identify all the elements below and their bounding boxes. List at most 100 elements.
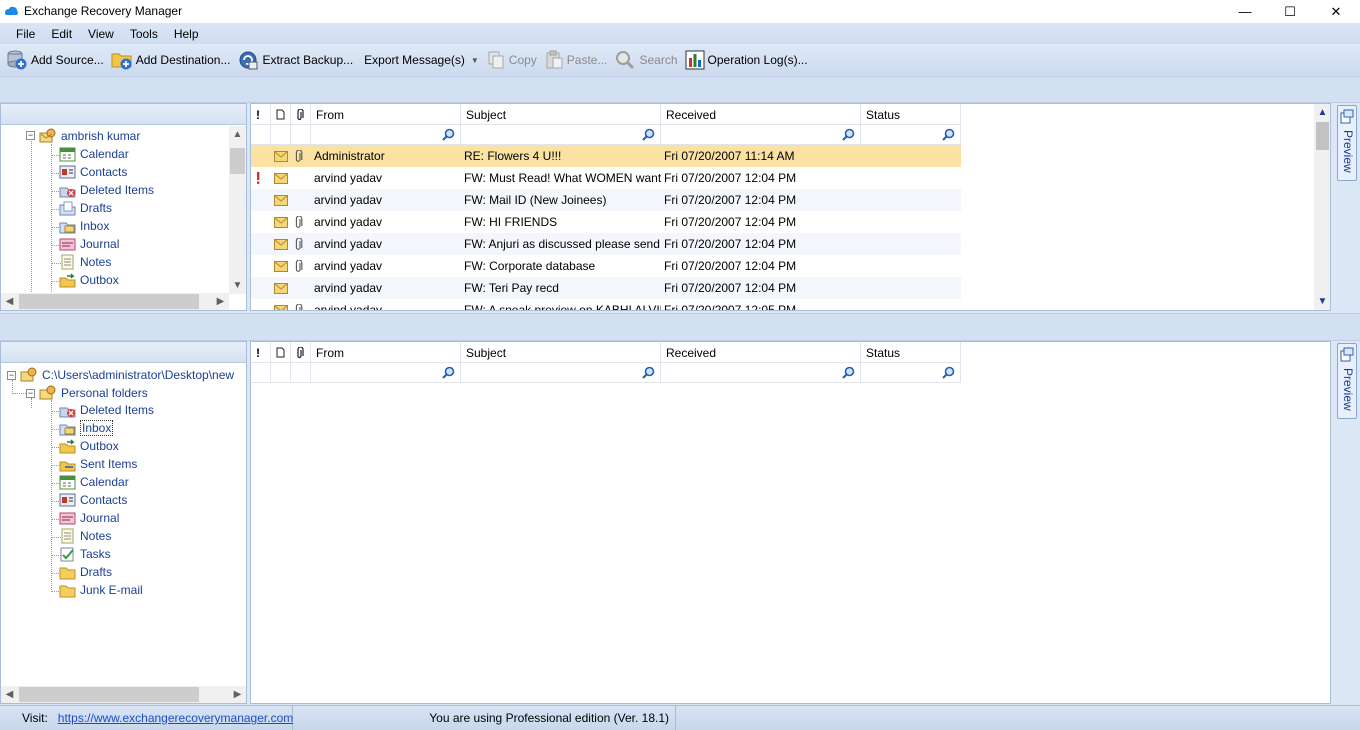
tree-personal-folders[interactable]: Personal folders	[39, 384, 148, 402]
column-attachment[interactable]	[291, 104, 311, 125]
dest-folder-tasks[interactable]: Tasks	[59, 545, 111, 563]
column-attachment[interactable]	[291, 342, 311, 363]
dest-folder-sent-items[interactable]: Sent Items	[59, 455, 137, 473]
preview-tab-destination[interactable]: Preview	[1337, 343, 1357, 419]
dest-folder-deleted-items[interactable]: Deleted Items	[59, 401, 154, 419]
filter-received[interactable]	[661, 125, 861, 145]
scroll-right-icon[interactable]: ▶	[229, 686, 246, 703]
column-status[interactable]: Status	[861, 342, 961, 363]
scroll-thumb[interactable]	[1316, 122, 1329, 150]
menu-help[interactable]: Help	[166, 27, 207, 41]
source-tree-hscroll[interactable]: ◀ ▶	[1, 293, 229, 310]
search-button[interactable]: Search	[612, 47, 682, 73]
dest-folder-inbox[interactable]: Inbox	[59, 419, 114, 437]
dest-folder-notes[interactable]: Notes	[59, 527, 111, 545]
source-folder-deleted-items[interactable]: Deleted Items	[59, 181, 154, 199]
scroll-left-icon[interactable]: ◀	[1, 293, 18, 310]
search-icon[interactable]	[842, 366, 855, 379]
column-subject[interactable]: Subject	[461, 104, 661, 125]
column-type[interactable]	[271, 104, 291, 125]
operation-logs-button[interactable]: Operation Log(s)...	[683, 47, 813, 73]
extract-backup-button[interactable]: Extract Backup...	[235, 47, 358, 73]
column-importance[interactable]: !	[251, 104, 271, 125]
scroll-thumb[interactable]	[230, 148, 245, 174]
dest-folder-outbox[interactable]: Outbox	[59, 437, 119, 455]
dest-folder-drafts[interactable]: Drafts	[59, 563, 112, 581]
table-row[interactable]: arvind yadav FW: Mail ID (New Joinees) Fri…	[251, 189, 961, 211]
preview-tab-source[interactable]: Preview	[1337, 105, 1357, 181]
close-button[interactable]: ✕	[1313, 0, 1359, 23]
filter-received[interactable]	[661, 363, 861, 383]
table-row[interactable]: arvind yadav FW: A sneak preview on KABHI…	[251, 299, 961, 310]
filter-subject[interactable]	[461, 363, 661, 383]
search-icon[interactable]	[942, 128, 955, 141]
source-folder-calendar[interactable]: Calendar	[59, 145, 129, 163]
search-icon[interactable]	[642, 366, 655, 379]
scroll-thumb[interactable]	[19, 294, 199, 309]
collapse-toggle[interactable]: −	[26, 131, 35, 140]
scroll-up-icon[interactable]: ▲	[1314, 104, 1330, 121]
source-folder-notes[interactable]: Notes	[59, 253, 111, 271]
scroll-right-icon[interactable]: ▶	[212, 293, 229, 310]
table-row[interactable]: arvind yadav FW: Corporate database Fri 07…	[251, 255, 961, 277]
tree-root-mailbox[interactable]: ambrish kumar	[39, 127, 140, 145]
dest-folder-calendar[interactable]: Calendar	[59, 473, 129, 491]
search-icon[interactable]	[442, 366, 455, 379]
table-row[interactable]: Administrator RE: Flowers 4 U!!! Fri 07/20…	[251, 145, 961, 167]
filter-status[interactable]	[861, 363, 961, 383]
paste-button[interactable]: Paste...	[542, 47, 613, 73]
filter-status[interactable]	[861, 125, 961, 145]
search-icon[interactable]	[942, 366, 955, 379]
tree-root-pst-path[interactable]: C:\Users\administrator\Desktop\new	[20, 366, 234, 384]
source-folder-contacts[interactable]: Contacts	[59, 163, 127, 181]
column-received[interactable]: Received	[661, 342, 861, 363]
column-type[interactable]	[271, 342, 291, 363]
dest-folder-journal[interactable]: Journal	[59, 509, 119, 527]
column-subject[interactable]: Subject	[461, 342, 661, 363]
scroll-down-icon[interactable]: ▼	[1314, 293, 1330, 310]
paste-icon	[546, 50, 563, 69]
column-importance[interactable]: !	[251, 342, 271, 363]
maximize-button[interactable]: ☐	[1267, 0, 1313, 23]
table-row[interactable]: arvind yadav FW: Teri Pay recd Fri 07/20/2…	[251, 277, 961, 299]
table-row[interactable]: arvind yadav FW: Must Read! What WOMEN wa…	[251, 167, 961, 189]
filter-subject[interactable]	[461, 125, 661, 145]
source-folder-outbox[interactable]: Outbox	[59, 271, 119, 289]
grid-vscroll[interactable]: ▲ ▼	[1314, 104, 1330, 310]
filter-from[interactable]	[311, 125, 461, 145]
collapse-toggle[interactable]: −	[7, 371, 16, 380]
menu-view[interactable]: View	[80, 27, 122, 41]
column-status[interactable]: Status	[861, 104, 961, 125]
website-link[interactable]: https://www.exchangerecoverymanager.com	[58, 711, 293, 725]
column-received[interactable]: Received	[661, 104, 861, 125]
dest-folder-contacts[interactable]: Contacts	[59, 491, 127, 509]
scroll-left-icon[interactable]: ◀	[1, 686, 18, 703]
copy-button[interactable]: Copy	[484, 47, 542, 73]
export-messages-button[interactable]: Export Message(s) ▼	[362, 47, 484, 73]
menu-file[interactable]: File	[8, 27, 43, 41]
dest-tree-hscroll[interactable]: ◀ ▶	[1, 686, 246, 703]
scroll-thumb[interactable]	[19, 687, 199, 702]
filter-from[interactable]	[311, 363, 461, 383]
search-icon[interactable]	[842, 128, 855, 141]
table-row[interactable]: arvind yadav FW: Anjuri as discussed plea…	[251, 233, 961, 255]
search-icon[interactable]	[642, 128, 655, 141]
column-from[interactable]: From	[311, 104, 461, 125]
search-icon[interactable]	[442, 128, 455, 141]
scroll-down-icon[interactable]: ▼	[229, 277, 246, 294]
dest-folder-junk-email[interactable]: Junk E-mail	[59, 581, 143, 599]
menu-tools[interactable]: Tools	[122, 27, 166, 41]
minimize-button[interactable]: —	[1222, 0, 1268, 23]
column-from[interactable]: From	[311, 342, 461, 363]
menu-edit[interactable]: Edit	[43, 27, 80, 41]
source-folder-inbox[interactable]: Inbox	[59, 217, 109, 235]
scroll-up-icon[interactable]: ▲	[229, 126, 246, 143]
add-source-button[interactable]: Add Source...	[4, 47, 109, 73]
table-row[interactable]: arvind yadav FW: HI FRIENDS Fri 07/20/2007…	[251, 211, 961, 233]
add-destination-button[interactable]: Add Destination...	[109, 47, 236, 73]
personal-folders-icon	[39, 385, 56, 400]
source-folder-journal[interactable]: Journal	[59, 235, 119, 253]
collapse-toggle[interactable]: −	[26, 389, 35, 398]
source-tree-vscroll[interactable]: ▲ ▼	[229, 126, 246, 294]
source-folder-drafts[interactable]: Drafts	[59, 199, 112, 217]
